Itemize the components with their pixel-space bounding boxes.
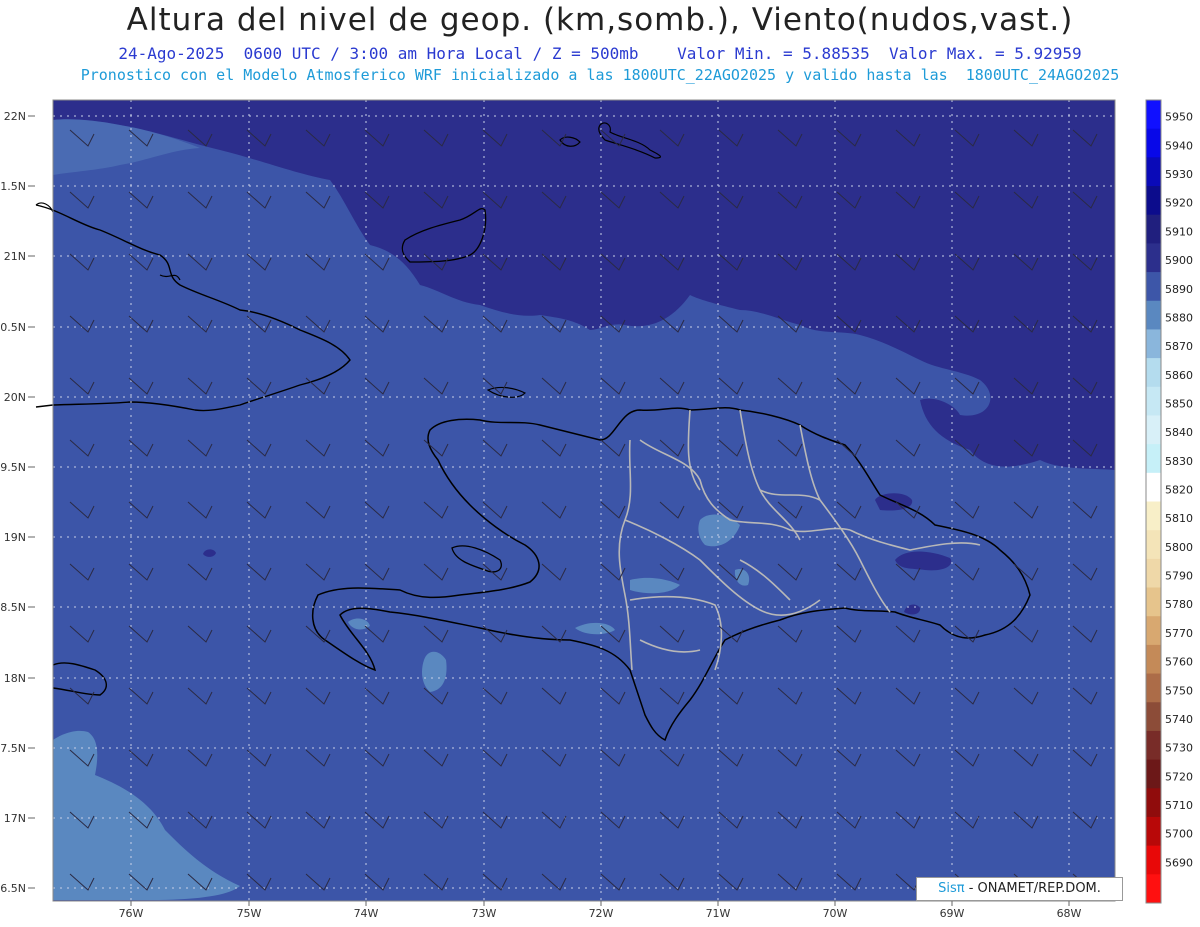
colorbar-level-label: 5790 (1165, 570, 1193, 583)
lat-label: 8.5N (0, 601, 26, 614)
colorbar-swatch (1146, 530, 1161, 560)
colorbar-level-label: 5830 (1165, 455, 1193, 468)
colorbar-swatch (1146, 272, 1161, 302)
colorbar-swatch (1146, 415, 1161, 445)
colorbar-level-label: 5900 (1165, 254, 1193, 267)
colorbar-level-label: 5940 (1165, 139, 1193, 152)
colorbar-level-label: 5930 (1165, 168, 1193, 181)
colorbar-swatch (1146, 702, 1161, 732)
lat-label: 7.5N (0, 742, 26, 755)
sispi-logo: Sisπ (938, 881, 965, 896)
lat-label: 9.5N (0, 461, 26, 474)
lon-label: 71W (706, 907, 731, 920)
latitude-axis: 22N 1.5N 21N 0.5N 20N 9.5N 19N 8.5N 18N … (0, 110, 26, 895)
colorbar-level-label: 5770 (1165, 627, 1193, 640)
colorbar-level-label: 5740 (1165, 713, 1193, 726)
colorbar-level-label: 5890 (1165, 283, 1193, 296)
colorbar-swatch (1146, 243, 1161, 273)
longitude-axis: 76W 75W 74W 73W 72W 71W 70W 69W 68W (119, 907, 1082, 920)
colorbar-swatch (1146, 358, 1161, 388)
lat-ticks (28, 115, 35, 889)
lon-label: 72W (589, 907, 614, 920)
colorbar-level-label: 5820 (1165, 484, 1193, 497)
colorbar-level-label: 5760 (1165, 656, 1193, 669)
lat-label: 17N (4, 812, 26, 825)
colorbar-swatch (1146, 472, 1161, 502)
colorbar-swatch (1146, 329, 1161, 359)
colorbar-level-label: 5810 (1165, 512, 1193, 525)
weather-map: 22N 1.5N 21N 0.5N 20N 9.5N 19N 8.5N 18N … (0, 99, 1193, 920)
colorbar-swatch (1146, 730, 1161, 761)
lon-label: 73W (472, 907, 497, 920)
colorbar-swatch (1146, 845, 1161, 875)
colorbar-level-label: 5850 (1165, 397, 1193, 410)
lat-label: 18N (4, 672, 26, 685)
credit-box: Sisπ - ONAMET/REP.DOM. (916, 877, 1123, 901)
lon-ticks (130, 901, 1070, 906)
colorbar-level-label: 5910 (1165, 225, 1193, 238)
colorbar-level-label: 5710 (1165, 799, 1193, 812)
colorbar-level-label: 5950 (1165, 111, 1193, 124)
colorbar-level-label: 5700 (1165, 828, 1193, 841)
colorbar-swatch (1146, 558, 1161, 589)
colorbar-swatch (1146, 444, 1161, 474)
colorbar-swatch (1146, 386, 1161, 416)
colorbar-swatch (1146, 816, 1161, 847)
lat-label: 0.5N (0, 321, 26, 334)
lat-label: 6.5N (0, 882, 26, 895)
colorbar-swatch (1146, 587, 1161, 617)
colorbar-level-label: 5880 (1165, 311, 1193, 324)
colorbar-level-label: 5840 (1165, 426, 1193, 439)
lon-label: 75W (237, 907, 262, 920)
colorbar-swatch (1146, 616, 1161, 646)
lon-label: 69W (940, 907, 965, 920)
lon-label: 76W (119, 907, 144, 920)
lat-label: 20N (4, 391, 26, 404)
colorbar: 5950 5940 5930 5920 5910 5900 5890 5880 5870 5860… (1145, 99, 1193, 904)
colorbar-level-label: 5690 (1165, 856, 1193, 869)
colorbar-level-label: 5730 (1165, 742, 1193, 755)
colorbar-level-label: 5920 (1165, 197, 1193, 210)
colorbar-swatch (1146, 100, 1161, 130)
colorbar-swatch (1146, 186, 1161, 216)
lat-label: 19N (4, 531, 26, 544)
lat-label: 22N (4, 110, 26, 123)
colorbar-swatch (1146, 501, 1161, 531)
colorbar-level-label: 5870 (1165, 340, 1193, 353)
colorbar-level-label: 5860 (1165, 369, 1193, 382)
colorbar-swatch (1146, 788, 1161, 818)
colorbar-level-label: 5720 (1165, 770, 1193, 783)
colorbar-swatch (1146, 673, 1161, 703)
colorbar-swatch (1146, 214, 1161, 244)
credit-text: - ONAMET/REP.DOM. (968, 881, 1101, 896)
colorbar-swatch (1146, 157, 1161, 187)
colorbar-level-label: 5750 (1165, 684, 1193, 697)
colorbar-level-label: 5780 (1165, 598, 1193, 611)
lon-label: 68W (1057, 907, 1082, 920)
lat-label: 21N (4, 250, 26, 263)
colorbar-swatch (1146, 300, 1161, 330)
colorbar-swatch (1146, 874, 1161, 904)
colorbar-swatch (1146, 759, 1161, 789)
colorbar-swatch (1146, 128, 1161, 158)
colorbar-level-label: 5800 (1165, 541, 1193, 554)
colorbar-swatch (1146, 644, 1161, 675)
lon-label: 70W (823, 907, 848, 920)
lat-label: 1.5N (0, 180, 26, 193)
lon-label: 74W (354, 907, 379, 920)
